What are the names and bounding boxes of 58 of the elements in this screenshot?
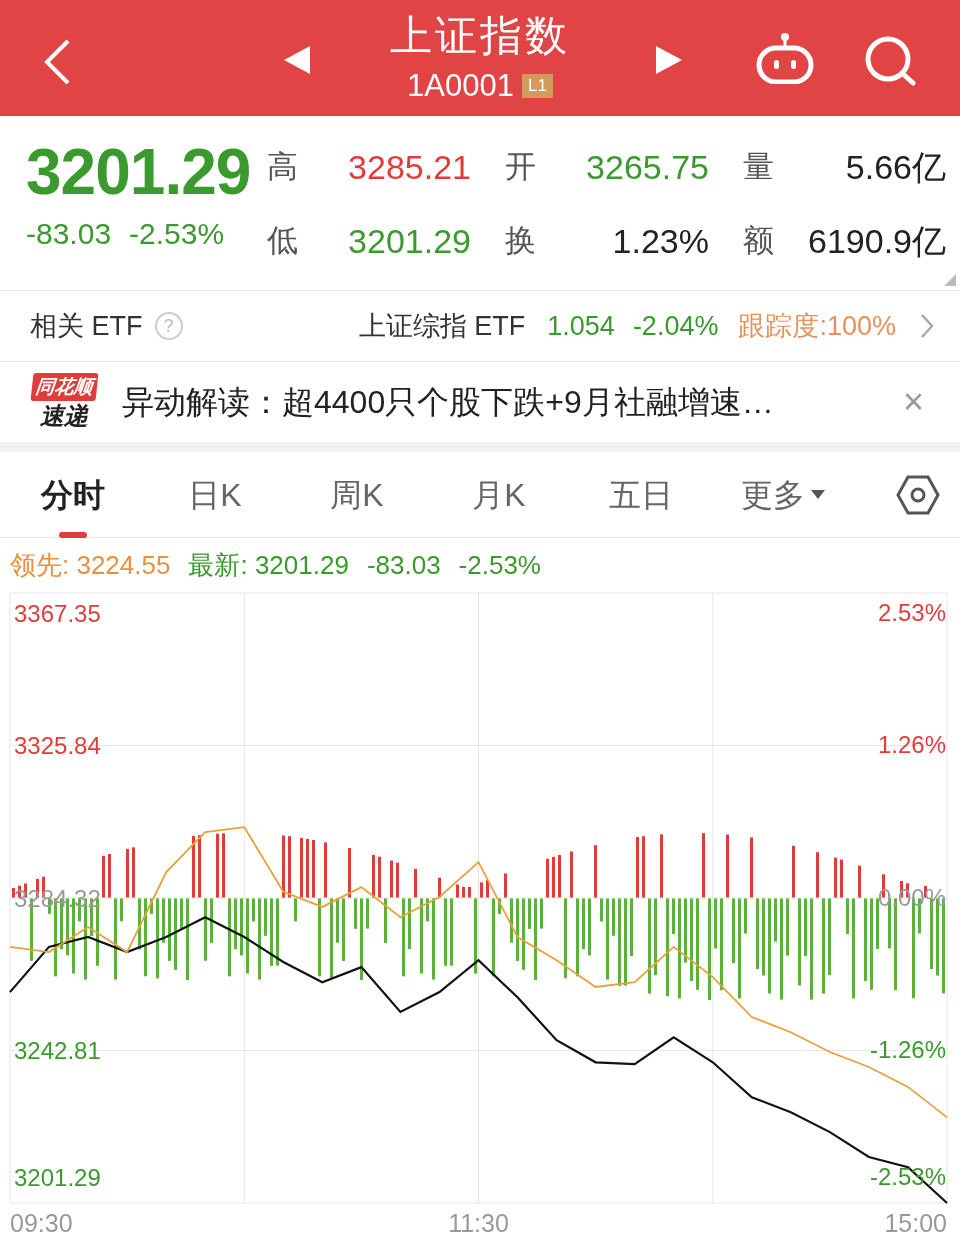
y-axis-label: 3242.81 — [14, 1037, 101, 1064]
latest-value: 最新: 3201.29 — [188, 548, 349, 582]
percent-axis-label: -1.26% — [869, 1035, 946, 1066]
etf-price: 1.054 — [547, 309, 615, 343]
stat-label: 量 — [743, 149, 774, 184]
next-icon[interactable] — [656, 46, 682, 74]
robot-icon[interactable] — [756, 32, 814, 84]
chart-tab[interactable]: 月K — [428, 451, 570, 538]
stat-value: 6190.9亿 — [807, 221, 946, 262]
stat-label: 额 — [743, 223, 774, 258]
caret-icon — [811, 489, 825, 500]
previous-icon[interactable] — [284, 46, 310, 74]
price-change: -83.03 — [26, 216, 112, 252]
lead-value: 领先: 3224.55 — [10, 548, 171, 582]
selected-indicator — [59, 531, 87, 538]
percent-axis-label: 2.53% — [877, 598, 946, 628]
time-axis-label: 11:30 — [448, 1208, 509, 1239]
etf-change: -2.04% — [632, 309, 719, 343]
search-icon[interactable] — [864, 36, 916, 86]
last-price: 3201.29 — [26, 135, 252, 210]
news-headline: 异动解读：超4400只个股下跌+9月社融增速… — [122, 383, 774, 422]
tracking-degree: 跟踪度:100% — [738, 309, 896, 343]
etf-name: 上证综指 ETF — [358, 309, 526, 343]
stat-label: 高 — [267, 149, 298, 184]
logo-badge: 同花顺 — [30, 373, 98, 401]
page-title: 上证指数 — [390, 11, 570, 61]
chart-tab[interactable]: 分时 — [2, 451, 144, 538]
settings-icon[interactable] — [896, 474, 940, 515]
time-axis-label: 09:30 — [10, 1208, 73, 1239]
latest-change: -83.03 — [366, 548, 441, 582]
chart-tab[interactable]: 日K — [144, 451, 286, 538]
etf-label: 相关 ETF — [30, 309, 143, 343]
y-axis-label: 3325.84 — [14, 732, 101, 759]
stock-code: 1A0001 — [407, 67, 514, 105]
corner-mark-icon — [944, 274, 956, 286]
level-badge: L1 — [522, 74, 553, 98]
chart-tab[interactable]: 五日 — [570, 451, 712, 538]
news-row[interactable]: 同花顺 速递 异动解读：超4400只个股下跌+9月社融增速… × — [0, 362, 960, 452]
stat-value: 5.66亿 — [844, 147, 946, 188]
stat-label: 开 — [505, 149, 536, 184]
logo-text: 速递 — [40, 401, 88, 431]
y-axis-label: 3367.35 — [14, 599, 101, 627]
time-axis-label: 15:00 — [884, 1208, 947, 1239]
stat-label: 换 — [505, 223, 536, 258]
chart-tab[interactable]: 周K — [286, 451, 428, 538]
stat-value: 1.23% — [611, 221, 709, 262]
percent-change: -2.53% — [129, 216, 225, 252]
back-icon[interactable] — [42, 38, 72, 86]
percent-axis-label: 1.26% — [877, 730, 946, 761]
latest-percent: -2.53% — [458, 548, 541, 582]
stat-value: 3201.29 — [347, 221, 471, 262]
chevron-right-icon — [920, 313, 934, 339]
stat-value: 3265.75 — [585, 147, 709, 188]
etf-row[interactable]: 相关 ETF ? 上证综指 ETF 1.054 -2.04% 跟踪度:100% — [0, 290, 960, 362]
y-axis-label: 3201.29 — [14, 1163, 101, 1191]
chart-tab[interactable]: 更多 — [712, 451, 854, 538]
stat-value: 3285.21 — [347, 147, 471, 188]
stat-label: 低 — [267, 223, 298, 258]
